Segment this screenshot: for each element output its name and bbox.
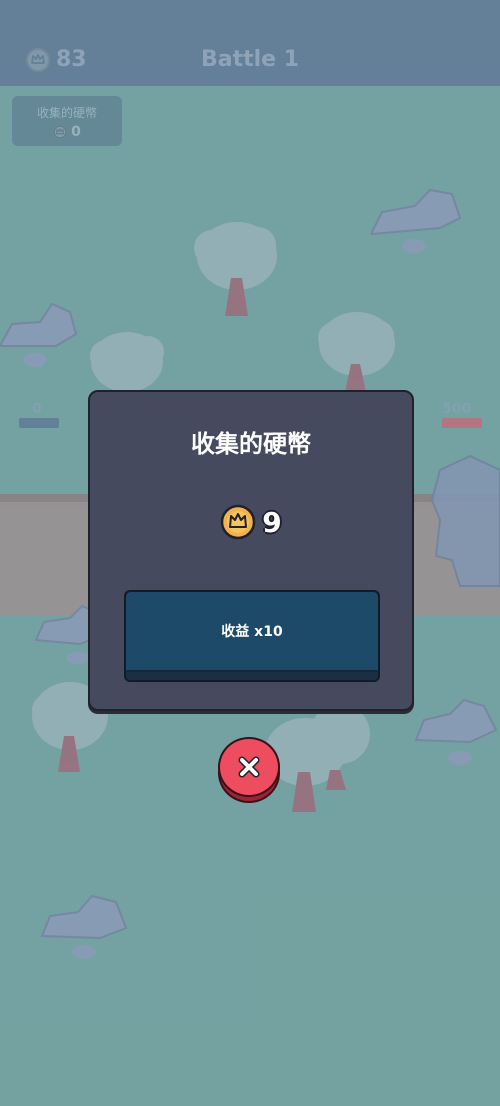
profit-multiplier-button[interactable]: 收益 x10 [124,590,380,682]
game-scene: 83 Battle 1 收集的硬幣 0 0 500 收集的硬幣 9 收益 x10 [0,0,500,1106]
profit-button-face[interactable]: 收益 x10 [126,592,378,672]
close-icon [238,756,260,778]
collected-coins-dialog: 收集的硬幣 9 收益 x10 [88,390,414,711]
reward-display: 9 [90,504,412,540]
reward-count: 9 [262,505,282,539]
close-button-face[interactable] [218,737,280,797]
crown-coin-icon [221,504,256,540]
profit-button-label: 收益 x10 [221,624,283,640]
close-button[interactable] [218,737,280,803]
dialog-title: 收集的硬幣 [191,430,311,458]
